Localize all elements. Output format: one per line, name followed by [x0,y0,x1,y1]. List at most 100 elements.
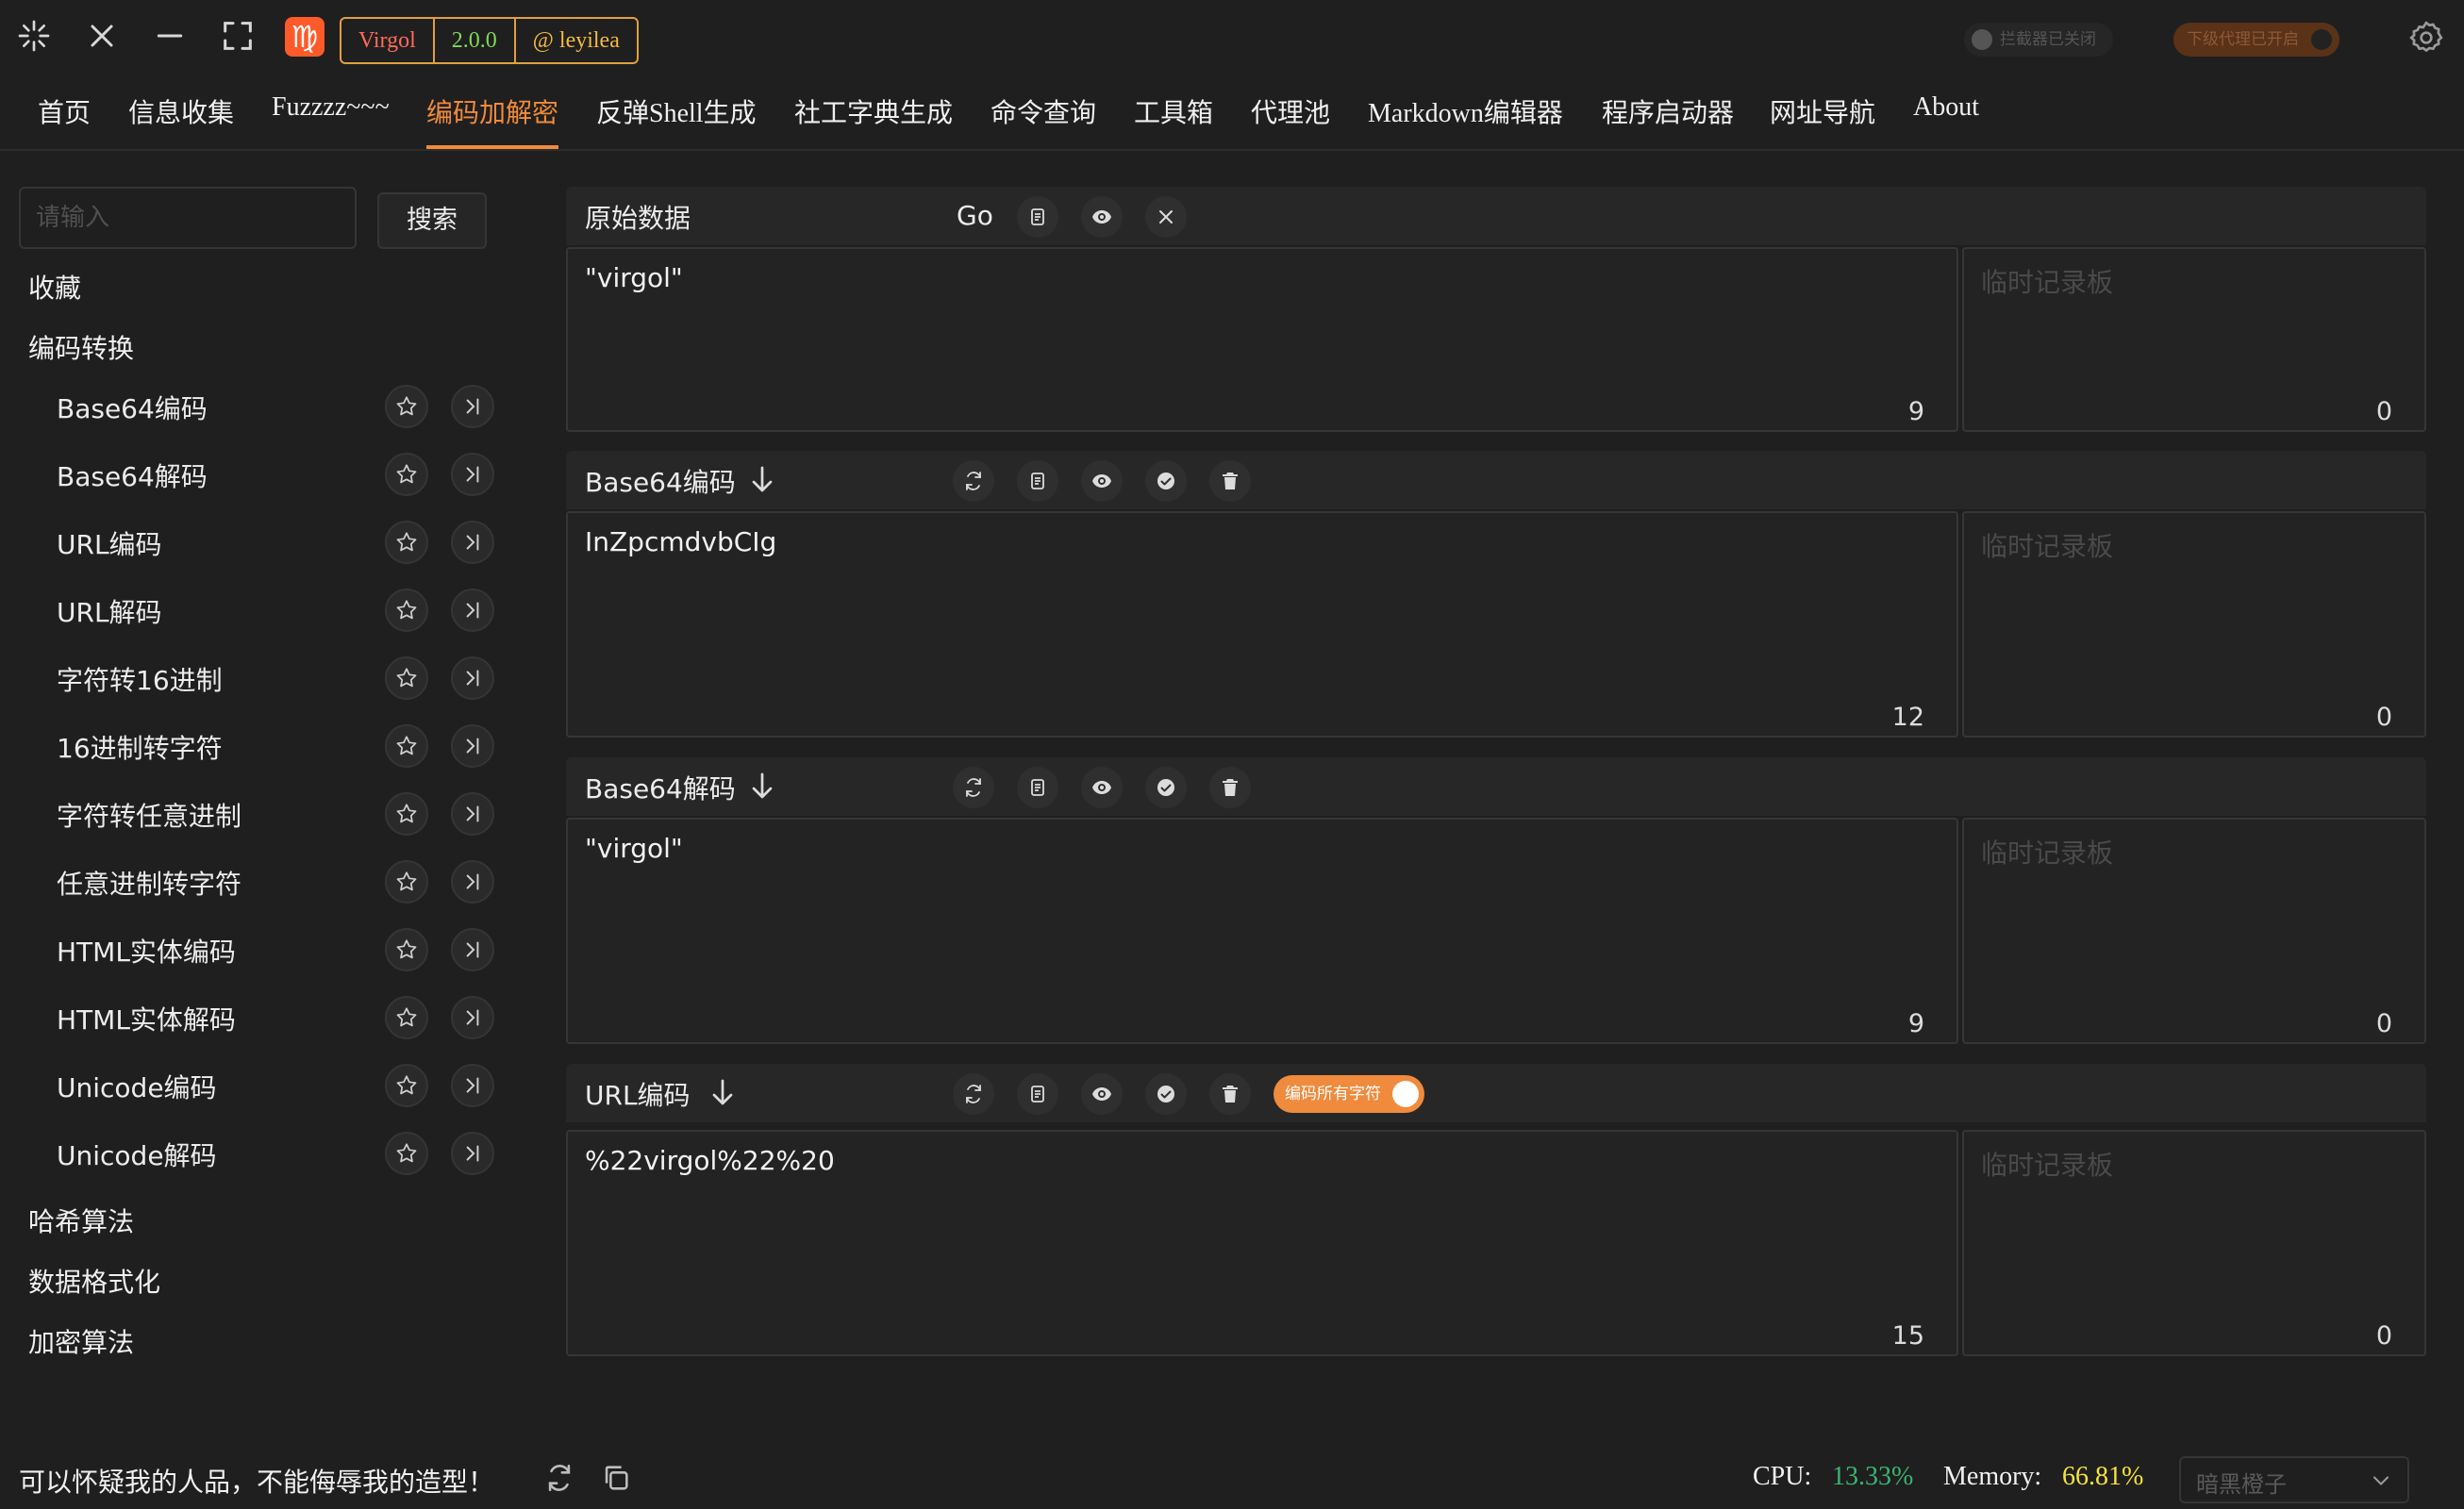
refresh-icon[interactable] [543,1462,575,1494]
close-icon[interactable] [83,17,121,55]
sparkle-icon[interactable] [15,17,53,55]
sidebar-group-format[interactable]: 数据格式化 [28,1262,160,1300]
jump-to-icon[interactable] [451,385,494,428]
nav-home[interactable]: 首页 [38,92,91,130]
clipboard-textarea[interactable]: 临时记录板 0 [1962,818,2426,1044]
star-icon[interactable] [385,656,428,700]
base64-encode-textarea[interactable]: InZpcmdvbCIg 12 [566,511,1958,738]
eye-icon[interactable] [1081,460,1123,502]
nav-reverse-shell[interactable]: 反弹Shell生成 [596,92,757,130]
proxy-toggle[interactable]: 下级代理已开启 [2173,23,2339,57]
check-circle-icon[interactable] [1145,1073,1187,1115]
jump-to-icon[interactable] [451,589,494,632]
refresh-icon[interactable] [953,1073,994,1115]
check-circle-icon[interactable] [1145,767,1187,808]
nav-command-query[interactable]: 命令查询 [991,92,1096,130]
encode-all-chars-toggle[interactable]: 编码所有字符 [1274,1075,1424,1113]
copy-icon[interactable] [1017,767,1058,808]
star-icon[interactable] [385,860,428,904]
star-icon[interactable] [385,385,428,428]
sidebar-item-url-decode[interactable]: URL解码 [0,585,509,641]
copy-icon[interactable] [1017,196,1058,238]
star-icon[interactable] [385,1064,428,1107]
gear-icon[interactable] [2407,19,2445,57]
sidebar-item-char-to-any-base[interactable]: 字符转任意进制 [0,788,509,845]
nav-url-nav[interactable]: 网址导航 [1770,92,1875,130]
nav-about[interactable]: About [1913,92,1979,123]
star-icon[interactable] [385,996,428,1039]
sidebar-item-char-to-hex[interactable]: 字符转16进制 [0,653,509,709]
minimize-icon[interactable] [151,17,189,55]
eye-icon[interactable] [1081,196,1123,238]
sidebar-group-hash[interactable]: 哈希算法 [28,1202,134,1239]
sidebar-item-url-encode[interactable]: URL编码 [0,517,509,573]
raw-data-textarea[interactable]: "virgol" 9 [566,247,1958,432]
version-badge: 2.0.0 [435,19,516,62]
star-icon[interactable] [385,724,428,768]
theme-select[interactable]: 暗黑橙子 [2179,1456,2409,1503]
refresh-icon[interactable] [953,767,994,808]
nav-toolbox[interactable]: 工具箱 [1134,92,1213,130]
textarea-content: "virgol" [585,262,683,293]
search-input[interactable] [19,187,357,249]
base64-decode-textarea[interactable]: "virgol" 9 [566,818,1958,1044]
memory-value: 66.81% [2062,1462,2144,1491]
fullscreen-icon[interactable] [219,17,257,55]
star-icon[interactable] [385,453,428,496]
sidebar-item-label: 字符转16进制 [57,665,223,696]
sidebar-group-favorites[interactable]: 收藏 [28,268,81,306]
trash-icon[interactable] [1209,767,1251,808]
url-encode-textarea[interactable]: %22virgol%22%20 15 [566,1130,1958,1356]
search-button[interactable]: 搜索 [377,192,487,249]
close-icon[interactable] [1145,196,1187,238]
star-icon[interactable] [385,589,428,632]
sidebar-item-html-entity-decode[interactable]: HTML实体解码 [0,992,509,1049]
copy-icon[interactable] [1017,1073,1058,1115]
sidebar-group-crypto[interactable]: 加密算法 [28,1322,134,1360]
trash-icon[interactable] [1209,1073,1251,1115]
nav-social-dict[interactable]: 社工字典生成 [794,92,953,130]
nav-proxy-pool[interactable]: 代理池 [1251,92,1330,130]
refresh-icon[interactable] [953,460,994,502]
jump-to-icon[interactable] [451,724,494,768]
star-icon[interactable] [385,1132,428,1175]
eye-icon[interactable] [1081,767,1123,808]
jump-to-icon[interactable] [451,1132,494,1175]
sidebar-item-base64-encode[interactable]: Base64编码 [0,381,509,438]
copy-icon[interactable] [600,1462,632,1494]
nav-launcher[interactable]: 程序启动器 [1602,92,1734,130]
copy-icon[interactable] [1017,460,1058,502]
active-tab-indicator [426,145,558,149]
sidebar-group-encoding[interactable]: 编码转换 [28,328,134,366]
jump-to-icon[interactable] [451,860,494,904]
jump-to-icon[interactable] [451,928,494,971]
jump-to-icon[interactable] [451,521,494,564]
sidebar-item-unicode-encode[interactable]: Unicode编码 [0,1060,509,1117]
clipboard-textarea[interactable]: 临时记录板 0 [1962,511,2426,738]
sidebar-item-base64-decode[interactable]: Base64解码 [0,449,509,506]
sidebar-item-html-entity-encode[interactable]: HTML实体编码 [0,924,509,981]
jump-to-icon[interactable] [451,996,494,1039]
sidebar-item-any-base-to-char[interactable]: 任意进制转字符 [0,856,509,913]
nav-fuzz[interactable]: Fuzzzz~~~ [272,92,390,123]
trash-icon[interactable] [1209,460,1251,502]
jump-to-icon[interactable] [451,656,494,700]
intercept-toggle[interactable]: 拦截器已关闭 [1964,23,2113,57]
clipboard-textarea[interactable]: 临时记录板 0 [1962,247,2426,432]
sidebar-item-unicode-decode[interactable]: Unicode解码 [0,1128,509,1185]
nav-encode-decode[interactable]: 编码加解密 [426,92,558,130]
sidebar-item-hex-to-char[interactable]: 16进制转字符 [0,721,509,777]
author-badge[interactable]: @ leyilea [516,19,637,62]
jump-to-icon[interactable] [451,453,494,496]
star-icon[interactable] [385,928,428,971]
star-icon[interactable] [385,521,428,564]
check-circle-icon[interactable] [1145,460,1187,502]
jump-to-icon[interactable] [451,1064,494,1107]
nav-info-gathering[interactable]: 信息收集 [128,92,234,130]
eye-icon[interactable] [1081,1073,1123,1115]
clipboard-textarea[interactable]: 临时记录板 0 [1962,1130,2426,1356]
jump-to-icon[interactable] [451,792,494,836]
go-button[interactable]: Go [957,200,993,231]
nav-markdown-editor[interactable]: Markdown编辑器 [1368,92,1563,130]
star-icon[interactable] [385,792,428,836]
